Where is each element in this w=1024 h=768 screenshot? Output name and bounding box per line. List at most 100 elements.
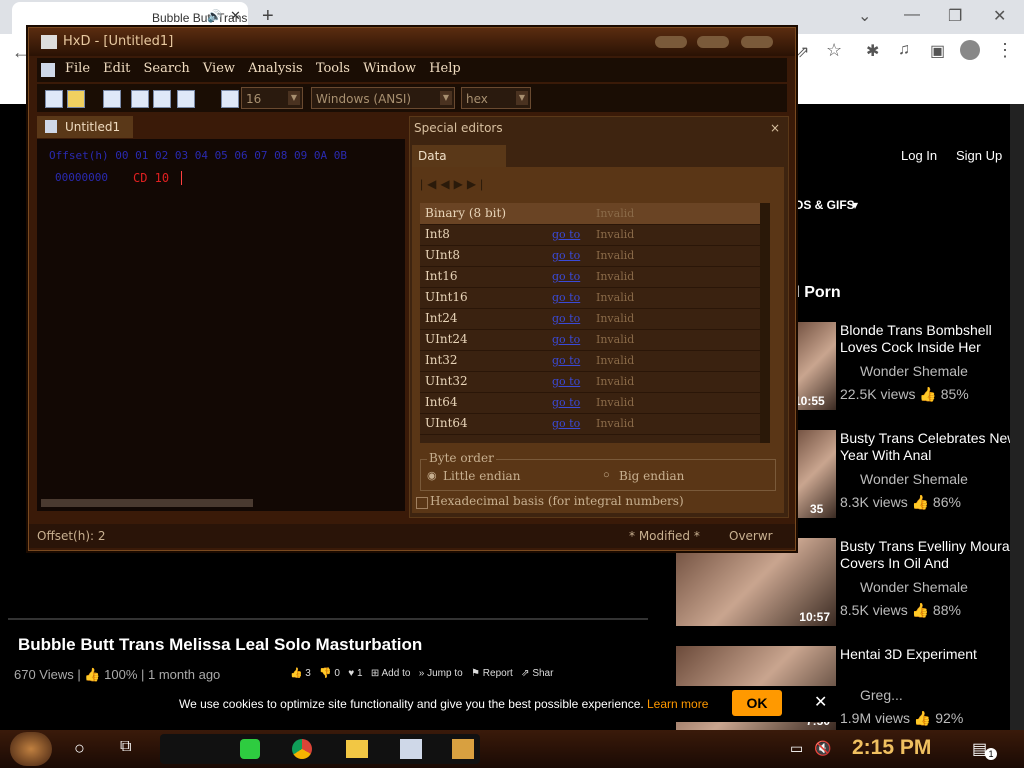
table-row[interactable]: UInt64 go to Invalid	[420, 413, 760, 435]
close-icon[interactable]: ✕	[814, 692, 827, 712]
new-file-icon[interactable]	[45, 90, 63, 108]
close-button[interactable]	[741, 36, 773, 48]
bytes-per-row-select[interactable]: 16 ▼	[241, 87, 303, 109]
table-row[interactable]: Int32 go to Invalid	[420, 350, 760, 372]
share-icon[interactable]: ⇗	[796, 42, 809, 62]
menu-icon[interactable]: ⋮	[996, 40, 1014, 61]
tab-untitled1[interactable]: Untitled1	[37, 116, 133, 138]
menu-help[interactable]: Help	[429, 61, 461, 76]
chrome-app-icon[interactable]	[292, 739, 312, 759]
report-button[interactable]: ⚑ Report	[471, 668, 513, 679]
related-title[interactable]: Busty Trans Evelliny Moura Covers In Oil…	[840, 538, 1020, 572]
goto-link[interactable]: go to	[552, 350, 580, 371]
channel-name[interactable]: Wonder Shemale	[860, 579, 968, 595]
goto-link[interactable]: go to	[552, 287, 580, 308]
table-row[interactable]: UInt16 go to Invalid	[420, 287, 760, 309]
profile-avatar[interactable]	[960, 40, 980, 60]
goto-link[interactable]: go to	[552, 266, 580, 287]
view-icon[interactable]	[221, 90, 239, 108]
search-icon[interactable]: ○	[74, 738, 85, 759]
table-row[interactable]: Int8 go to Invalid	[420, 224, 760, 246]
table-row[interactable]: UInt24 go to Invalid	[420, 329, 760, 351]
clock[interactable]: 2:15 PM	[852, 736, 931, 760]
thumbnail[interactable]: 35	[790, 430, 836, 518]
menu-analysis[interactable]: Analysis	[248, 61, 303, 76]
dislike-button[interactable]: 👎 0	[319, 668, 340, 679]
goto-link[interactable]: go to	[552, 413, 580, 434]
hxd-titlebar[interactable]: HxD - [Untitled1]	[29, 28, 795, 56]
hxd-app-icon[interactable]	[400, 739, 422, 759]
media-icon[interactable]: ♫	[898, 41, 910, 59]
table-row[interactable]: Int64 go to Invalid	[420, 392, 760, 414]
hex-basis-checkbox[interactable]	[416, 497, 428, 509]
display-format-select[interactable]: hex ▼	[461, 87, 531, 109]
goto-link[interactable]: go to	[552, 245, 580, 266]
status-mode[interactable]: Overwr	[729, 524, 773, 548]
start-button[interactable]	[10, 732, 52, 766]
favorite-button[interactable]: ♥ 1	[348, 668, 362, 679]
thumbnail[interactable]: 10:57	[676, 538, 836, 626]
page-scrollbar[interactable]	[1010, 104, 1024, 730]
channel-name[interactable]: Wonder Shemale	[860, 363, 968, 379]
prev-icon[interactable]: ◀	[440, 177, 453, 191]
thumbnail[interactable]: 10:55	[790, 322, 836, 410]
radio-big-endian[interactable]: ○	[603, 469, 610, 481]
paste-icon[interactable]	[177, 90, 195, 108]
horizontal-scrollbar[interactable]	[41, 499, 253, 507]
signup-link[interactable]: Sign Up	[956, 148, 1002, 163]
add-to-button[interactable]: ⊞ Add to	[371, 668, 411, 679]
row-bytes[interactable]: CD 10	[133, 171, 169, 185]
menu-window[interactable]: Window	[363, 61, 416, 76]
cookie-ok-button[interactable]: OK	[732, 690, 782, 716]
learn-more-link[interactable]: Learn more	[647, 697, 708, 711]
next-icon[interactable]: ▶	[454, 177, 467, 191]
close-tab-icon[interactable]: ✕	[230, 8, 241, 24]
open-folder-icon[interactable]	[67, 90, 85, 108]
notes-app-icon[interactable]	[240, 739, 260, 759]
table-row[interactable]: UInt8 go to Invalid	[420, 245, 760, 267]
maximize-button[interactable]	[697, 36, 729, 48]
restore-button[interactable]: ❐	[948, 6, 962, 26]
volume-mute-icon[interactable]: 🔇	[814, 740, 831, 757]
menu-search[interactable]: Search	[144, 61, 190, 76]
like-button[interactable]: 👍 3	[290, 668, 311, 679]
inspector-scrollbar[interactable]	[760, 203, 770, 443]
share-button[interactable]: ⇗ Shar	[521, 668, 553, 679]
table-row[interactable]: UInt32 go to Invalid	[420, 371, 760, 393]
related-title[interactable]: Blonde Trans Bombshell Loves Cock Inside…	[840, 322, 1020, 356]
minimize-button[interactable]: —	[904, 6, 920, 24]
channel-name[interactable]: Greg...	[860, 687, 903, 703]
save-icon[interactable]	[103, 90, 121, 108]
menu-edit[interactable]: Edit	[103, 61, 130, 76]
task-view-icon[interactable]: ⧉	[120, 738, 131, 756]
game-app-icon[interactable]	[452, 739, 474, 759]
speaker-icon[interactable]: 🔊	[207, 9, 222, 23]
channel-name[interactable]: Wonder Shemale	[860, 471, 968, 487]
hex-editor[interactable]: Offset(h) 00 01 02 03 04 05 06 07 08 09 …	[37, 139, 405, 511]
goto-link[interactable]: go to	[552, 329, 580, 350]
goto-link[interactable]: go to	[552, 371, 580, 392]
extensions-icon[interactable]: ✱	[866, 41, 879, 61]
minimize-button[interactable]	[655, 36, 687, 48]
bookmark-star-icon[interactable]: ☆	[826, 40, 842, 61]
table-row[interactable]: Int16 go to Invalid	[420, 266, 760, 288]
tab-data-inspector[interactable]: Data inspector	[412, 145, 506, 185]
menu-file[interactable]: File	[65, 61, 90, 76]
table-row[interactable]: Int24 go to Invalid	[420, 308, 760, 330]
login-link[interactable]: Log In	[901, 148, 937, 163]
close-panel-icon[interactable]: ×	[770, 117, 780, 139]
charset-select[interactable]: Windows (ANSI) ▼	[311, 87, 455, 109]
jump-to-button[interactable]: » Jump to	[419, 668, 463, 679]
folder-app-icon[interactable]	[346, 740, 368, 758]
menu-view[interactable]: View	[203, 61, 235, 76]
nav-gifs[interactable]: OS & GIFS	[794, 198, 855, 212]
network-icon[interactable]: ▭	[790, 740, 803, 757]
new-tab-button[interactable]: +	[262, 5, 274, 28]
radio-little-endian[interactable]: ◉	[427, 469, 437, 482]
tab-search-button[interactable]: ⌄	[858, 6, 871, 26]
goto-link[interactable]: go to	[552, 224, 580, 245]
menu-tools[interactable]: Tools	[316, 61, 350, 76]
related-title[interactable]: Hentai 3D Experiment	[840, 646, 1020, 663]
progress-track[interactable]	[8, 618, 648, 620]
first-icon[interactable]: |◀	[420, 177, 440, 191]
